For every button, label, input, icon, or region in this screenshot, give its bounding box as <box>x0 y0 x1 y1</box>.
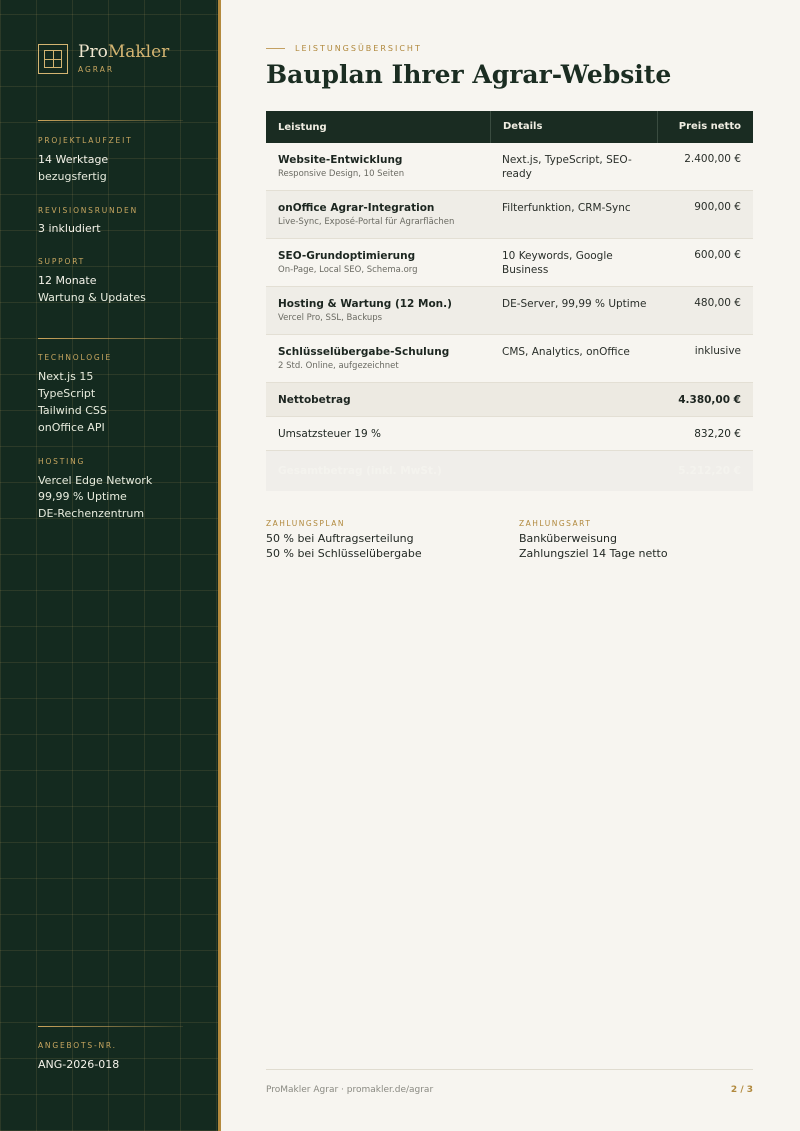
header-details: Details <box>490 111 657 143</box>
service-name: Schlüsselübergabe-Schulung <box>278 346 450 358</box>
table-row: onOffice Agrar-Integration Live-Sync, Exp… <box>266 191 753 239</box>
service-price: inklusive <box>694 345 741 357</box>
support-sub: Wartung & Updates <box>38 291 146 304</box>
service-sub: Vercel Pro, SSL, Backups <box>278 313 383 323</box>
header-leistung: Leistung <box>278 121 327 133</box>
plan-line: 50 % bei Auftragserteilung <box>266 532 414 545</box>
tax-value: 832,20 € <box>694 427 741 440</box>
divider <box>38 1026 183 1027</box>
revision-value: 3 inkludiert <box>38 222 101 235</box>
table-row: SEO-Grundoptimierung On-Page, Local SEO, … <box>266 239 753 287</box>
method-line: Banküberweisung <box>519 532 618 545</box>
total-label: Gesamtbetrag (inkl. MwSt.) <box>278 465 442 477</box>
tech-item: Tailwind CSS <box>38 404 107 417</box>
footer-divider <box>266 1069 753 1070</box>
service-sub: On-Page, Local SEO, Schema.org <box>278 265 418 275</box>
page-title: Bauplan Ihrer Agrar-Website <box>266 60 672 89</box>
hosting-item: Vercel Edge Network <box>38 474 153 487</box>
table-row: Schlüsselübergabe-Schulung 2 Std. Online,… <box>266 335 753 383</box>
service-price: 600,00 € <box>694 249 741 261</box>
hosting-item: 99,99 % Uptime <box>38 490 127 503</box>
offer-label: ANGEBOTS-NR. <box>38 1041 117 1050</box>
offer-number: ANG-2026-018 <box>38 1058 120 1071</box>
section-eyebrow: LEISTUNGSÜBERSICHT <box>266 44 422 53</box>
tech-item: onOffice API <box>38 421 105 434</box>
tech-label: TECHNOLOGIE <box>38 353 113 362</box>
hosting-item: DE-Rechenzentrum <box>38 507 145 520</box>
header-preis: Preis netto <box>657 111 753 143</box>
table-row: Website-Entwicklung Responsive Design, 10… <box>266 143 753 191</box>
payment-plan-label: ZAHLUNGSPLAN <box>266 519 345 528</box>
table-header: Leistung Details Preis netto <box>266 111 753 143</box>
service-name: Hosting & Wartung (12 Mon.) <box>278 298 452 310</box>
service-details: 10 Keywords, Google Business <box>502 250 613 276</box>
service-price: 480,00 € <box>694 297 741 309</box>
service-name: SEO-Grundoptimierung <box>278 250 416 262</box>
laufzeit-value: 14 Werktage <box>38 153 109 166</box>
total-row: Gesamtbetrag (inkl. MwSt.) 5.212,20 € <box>266 451 753 491</box>
service-sub: 2 Std. Online, aufgezeichnet <box>278 361 399 371</box>
tech-item: Next.js 15 <box>38 370 94 383</box>
logo-mark-icon <box>38 43 68 74</box>
support-value: 12 Monate <box>38 274 97 287</box>
brand-name: ProMakler <box>78 42 170 62</box>
hosting-label: HOSTING <box>38 457 86 466</box>
laufzeit-sub: bezugsfertig <box>38 170 107 183</box>
net-value: 4.380,00 € <box>678 393 741 406</box>
method-line: Zahlungsziel 14 Tage netto <box>519 547 668 560</box>
divider <box>38 338 183 339</box>
total-value: 5.212,20 € <box>678 465 741 477</box>
service-sub: Responsive Design, 10 Seiten <box>278 169 405 179</box>
service-name: onOffice Agrar-Integration <box>278 202 435 214</box>
tax-row: Umsatzsteuer 19 % 832,20 € <box>266 417 753 451</box>
page-number: 2 / 3 <box>730 1085 753 1095</box>
support-label: SUPPORT <box>38 257 86 266</box>
footer-text: ProMakler Agrar · promakler.de/agrar <box>266 1085 434 1095</box>
plan-line: 50 % bei Schlüsselübergabe <box>266 547 422 560</box>
service-details: CMS, Analytics, onOffice <box>502 346 630 358</box>
service-price: 2.400,00 € <box>684 153 741 165</box>
tech-item: TypeScript <box>38 387 96 400</box>
tax-label: Umsatzsteuer 19 % <box>278 427 381 440</box>
net-row: Nettobetrag 4.380,00 € <box>266 383 753 417</box>
net-label: Nettobetrag <box>278 393 351 406</box>
divider <box>38 120 183 121</box>
revision-label: REVISIONSRUNDEN <box>38 206 138 215</box>
service-sub: Live-Sync, Exposé-Portal für Agrarfläche… <box>278 217 455 227</box>
brand-logo: ProMakler AGRAR <box>38 43 169 74</box>
service-name: Website-Entwicklung <box>278 154 403 166</box>
payment-method-label: ZAHLUNGSART <box>519 519 592 528</box>
payment-plan: 50 % bei Auftragserteilung 50 % bei Schl… <box>266 531 422 561</box>
laufzeit-label: PROJEKTLAUFZEIT <box>38 136 133 145</box>
service-details: Filterfunktion, CRM-Sync <box>502 202 631 214</box>
service-details: DE-Server, 99,99 % Uptime <box>502 298 647 310</box>
table-row: Hosting & Wartung (12 Mon.) Vercel Pro, S… <box>266 287 753 335</box>
payment-method: Banküberweisung Zahlungsziel 14 Tage net… <box>519 531 668 561</box>
service-price: 900,00 € <box>694 201 741 213</box>
brand-sub: AGRAR <box>78 65 115 74</box>
sidebar: ProMakler AGRAR PROJEKTLAUFZEIT 14 Werkt… <box>0 0 221 1131</box>
services-table: Leistung Details Preis netto Website-Ent… <box>266 111 753 491</box>
service-details: Next.js, TypeScript, SEO-ready <box>502 154 632 180</box>
